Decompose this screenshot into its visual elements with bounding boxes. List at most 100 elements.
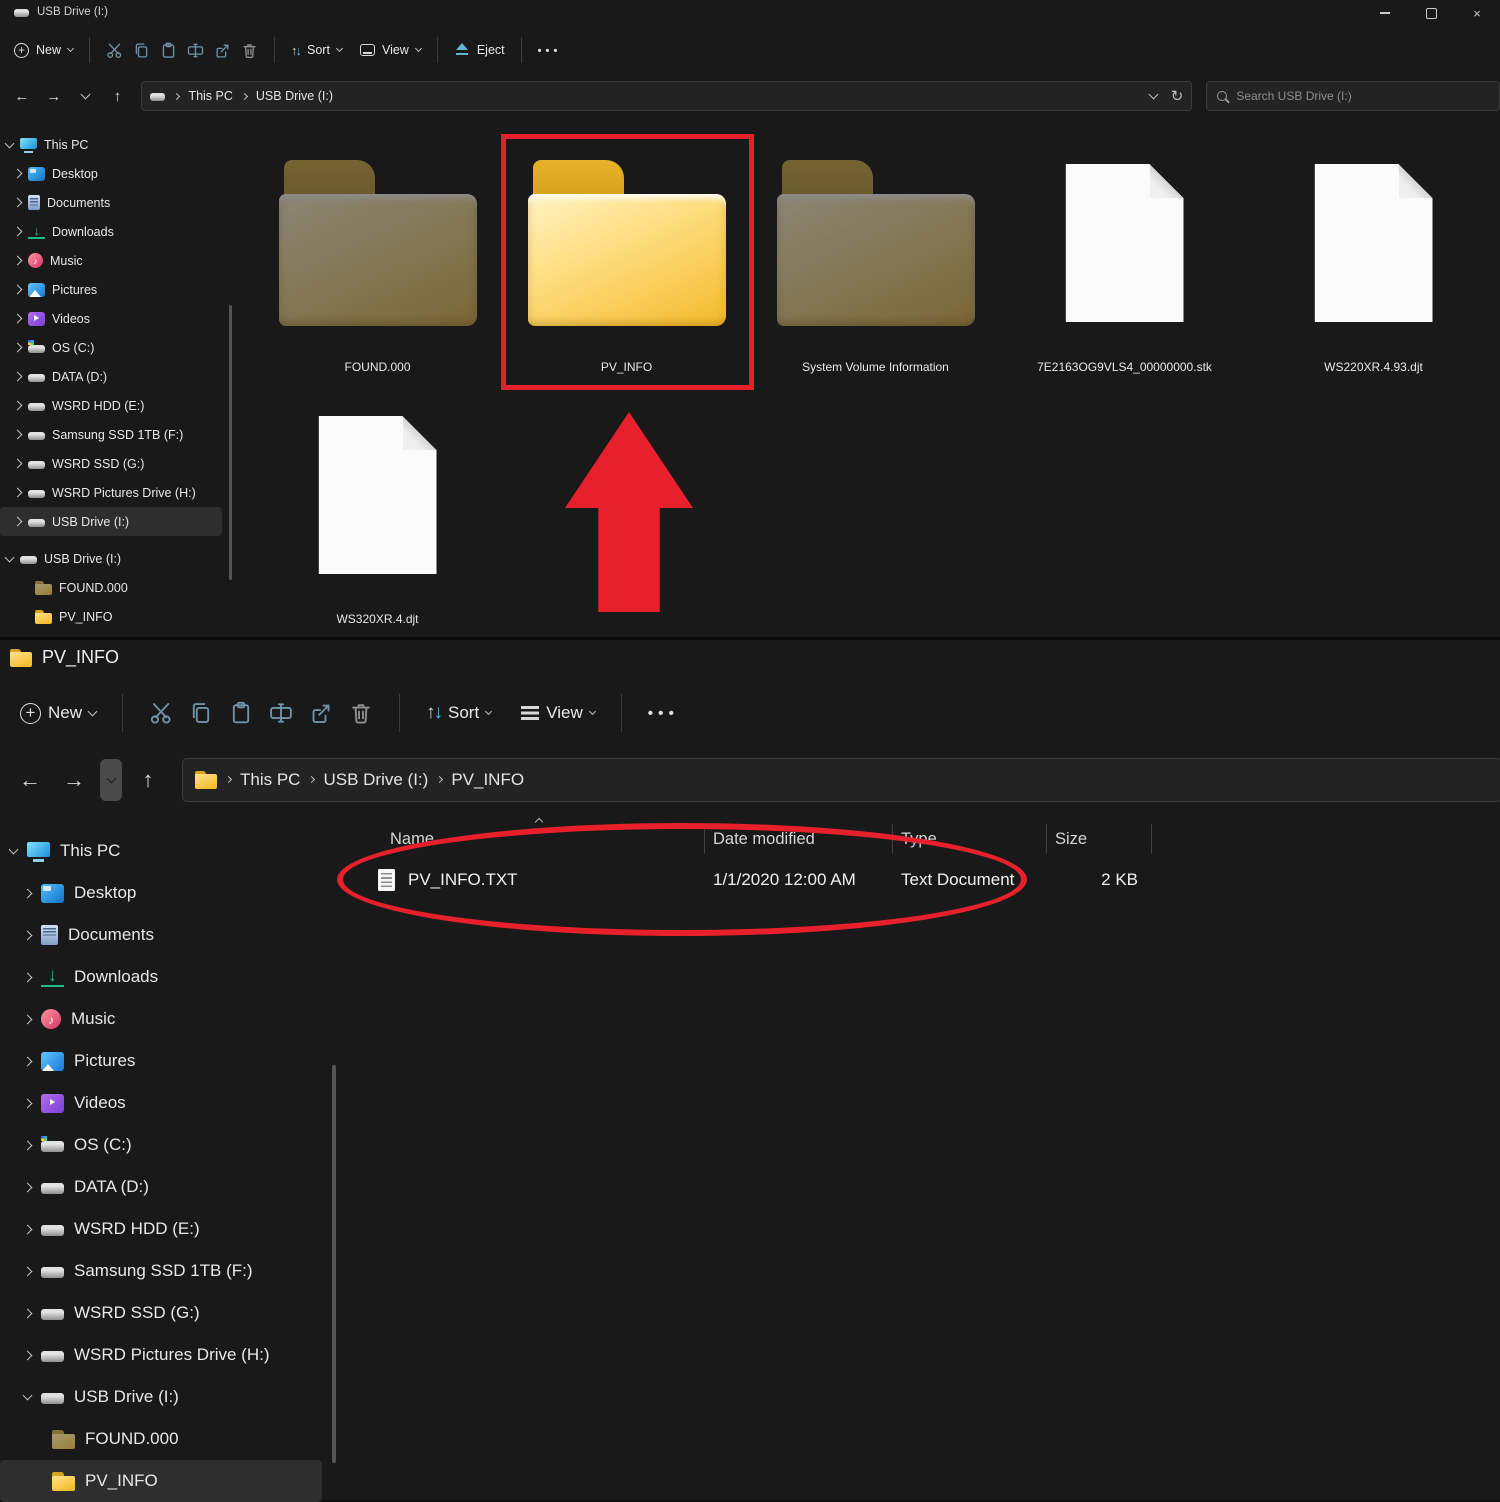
forward-button[interactable]: →: [56, 760, 92, 800]
view-button[interactable]: View: [521, 703, 595, 723]
expand-chevron-icon[interactable]: [5, 138, 15, 148]
sidebar-item[interactable]: USB Drive (I:): [0, 507, 222, 536]
sidebar-item[interactable]: WSRD SSD (G:): [0, 449, 222, 478]
expand-chevron-icon[interactable]: [23, 1182, 33, 1192]
delete-button[interactable]: [241, 42, 258, 59]
sidebar-item[interactable]: This PC: [0, 130, 222, 159]
expand-chevron-icon[interactable]: [23, 1391, 33, 1401]
expand-chevron-icon[interactable]: [13, 401, 23, 411]
maximize-button[interactable]: [1408, 0, 1454, 26]
sidebar-item[interactable]: WSRD SSD (G:): [0, 1292, 322, 1334]
view-button[interactable]: View: [360, 43, 421, 57]
rename-button[interactable]: [269, 701, 293, 725]
expand-chevron-icon[interactable]: [13, 517, 23, 527]
back-button[interactable]: ←: [12, 760, 48, 800]
breadcrumb-item[interactable]: This PC: [217, 770, 300, 790]
recent-locations-button[interactable]: [100, 759, 122, 801]
sidebar-item[interactable]: Documents: [0, 914, 322, 956]
sidebar-item[interactable]: Videos: [0, 304, 222, 333]
expand-chevron-icon[interactable]: [23, 1140, 33, 1150]
eject-button[interactable]: Eject: [454, 43, 505, 57]
file-tile[interactable]: FOUND.000: [253, 132, 502, 384]
expand-chevron-icon[interactable]: [23, 888, 33, 898]
expand-chevron-icon[interactable]: [23, 1224, 33, 1234]
expand-chevron-icon[interactable]: [13, 430, 23, 440]
recent-locations-button[interactable]: [72, 82, 100, 110]
sidebar-item[interactable]: WSRD HDD (E:): [0, 391, 222, 420]
delete-button[interactable]: [349, 701, 373, 725]
file-tile[interactable]: WS320XR.4.djt: [253, 384, 502, 636]
forward-button[interactable]: →: [40, 82, 68, 110]
expand-chevron-icon[interactable]: [13, 227, 23, 237]
copy-button[interactable]: [189, 701, 213, 725]
expand-chevron-icon[interactable]: [23, 1098, 33, 1108]
up-button[interactable]: ↑: [130, 760, 166, 800]
address-bar[interactable]: This PC USB Drive (I:) ↻: [141, 81, 1192, 111]
file-tile[interactable]: 7E2163OG9VLS4_00000000.stk: [1000, 132, 1249, 384]
address-dropdown-icon[interactable]: [1148, 90, 1158, 100]
sidebar-item[interactable]: FOUND.000: [0, 1418, 322, 1460]
expand-chevron-icon[interactable]: [23, 1266, 33, 1276]
expand-chevron-icon[interactable]: [13, 285, 23, 295]
expand-chevron-icon[interactable]: [23, 930, 33, 940]
sort-button[interactable]: ↑↓ Sort: [426, 702, 491, 724]
sidebar-item[interactable]: Samsung SSD 1TB (F:): [0, 420, 222, 449]
cut-button[interactable]: [106, 42, 123, 59]
sidebar-item[interactable]: This PC: [0, 830, 322, 872]
sidebar-scrollbar[interactable]: [229, 305, 232, 580]
sidebar-scrollbar[interactable]: [332, 1065, 336, 1463]
expand-chevron-icon[interactable]: [23, 1014, 33, 1024]
more-options-button[interactable]: [648, 703, 675, 723]
sidebar-item[interactable]: Samsung SSD 1TB (F:): [0, 1250, 322, 1292]
expand-chevron-icon[interactable]: [13, 314, 23, 324]
sort-button[interactable]: ↑↓ Sort: [291, 43, 342, 58]
sidebar-item[interactable]: PV_INFO: [0, 1460, 322, 1502]
expand-chevron-icon[interactable]: [5, 552, 15, 562]
sidebar-item[interactable]: Desktop: [0, 872, 322, 914]
copy-button[interactable]: [133, 42, 150, 59]
back-button[interactable]: ←: [8, 82, 36, 110]
file-tile[interactable]: System Volume Information: [751, 132, 1000, 384]
search-input[interactable]: [1236, 89, 1489, 103]
sidebar-item[interactable]: WSRD Pictures Drive (H:): [0, 478, 222, 507]
paste-button[interactable]: [160, 42, 177, 59]
sidebar-item[interactable]: Music: [0, 246, 222, 275]
expand-chevron-icon[interactable]: [13, 343, 23, 353]
search-box[interactable]: [1206, 81, 1500, 111]
refresh-icon[interactable]: ↻: [1171, 87, 1184, 105]
breadcrumb-item[interactable]: PV_INFO: [428, 770, 524, 790]
more-options-button[interactable]: [538, 43, 558, 57]
file-tile[interactable]: WS220XR.4.93.djt: [1249, 132, 1498, 384]
new-button[interactable]: + New: [14, 43, 73, 58]
sidebar-item[interactable]: Music: [0, 998, 322, 1040]
sidebar-item[interactable]: PV_INFO: [0, 602, 222, 631]
sidebar-item[interactable]: OS (C:): [0, 1124, 322, 1166]
paste-button[interactable]: [229, 701, 253, 725]
up-button[interactable]: ↑: [104, 82, 132, 110]
sidebar-item[interactable]: Downloads: [0, 956, 322, 998]
expand-chevron-icon[interactable]: [23, 1350, 33, 1360]
title-bar[interactable]: PV_INFO: [0, 640, 1500, 675]
sidebar-item[interactable]: Documents: [0, 188, 222, 217]
sidebar-item[interactable]: Pictures: [0, 1040, 322, 1082]
expand-chevron-icon[interactable]: [13, 169, 23, 179]
address-bar[interactable]: This PC USB Drive (I:) PV_INFO: [182, 758, 1500, 802]
cut-button[interactable]: [149, 701, 173, 725]
sidebar-item[interactable]: WSRD Pictures Drive (H:): [0, 1334, 322, 1376]
title-bar[interactable]: USB Drive (I:): [0, 0, 1500, 24]
share-button[interactable]: [309, 701, 333, 725]
breadcrumb-item[interactable]: USB Drive (I:): [300, 770, 428, 790]
expand-chevron-icon[interactable]: [13, 256, 23, 266]
sidebar-item[interactable]: DATA (D:): [0, 362, 222, 391]
minimize-button[interactable]: [1362, 0, 1408, 26]
sidebar-item[interactable]: Videos: [0, 1082, 322, 1124]
expand-chevron-icon[interactable]: [13, 198, 23, 208]
sidebar-item[interactable]: USB Drive (I:): [0, 544, 222, 573]
sidebar-item[interactable]: Pictures: [0, 275, 222, 304]
breadcrumb-item[interactable]: USB Drive (I:): [233, 89, 333, 103]
share-button[interactable]: [214, 42, 231, 59]
new-button[interactable]: + New: [20, 703, 96, 724]
breadcrumb-item[interactable]: This PC: [165, 89, 232, 103]
sidebar-item[interactable]: WSRD HDD (E:): [0, 1208, 322, 1250]
expand-chevron-icon[interactable]: [23, 1308, 33, 1318]
